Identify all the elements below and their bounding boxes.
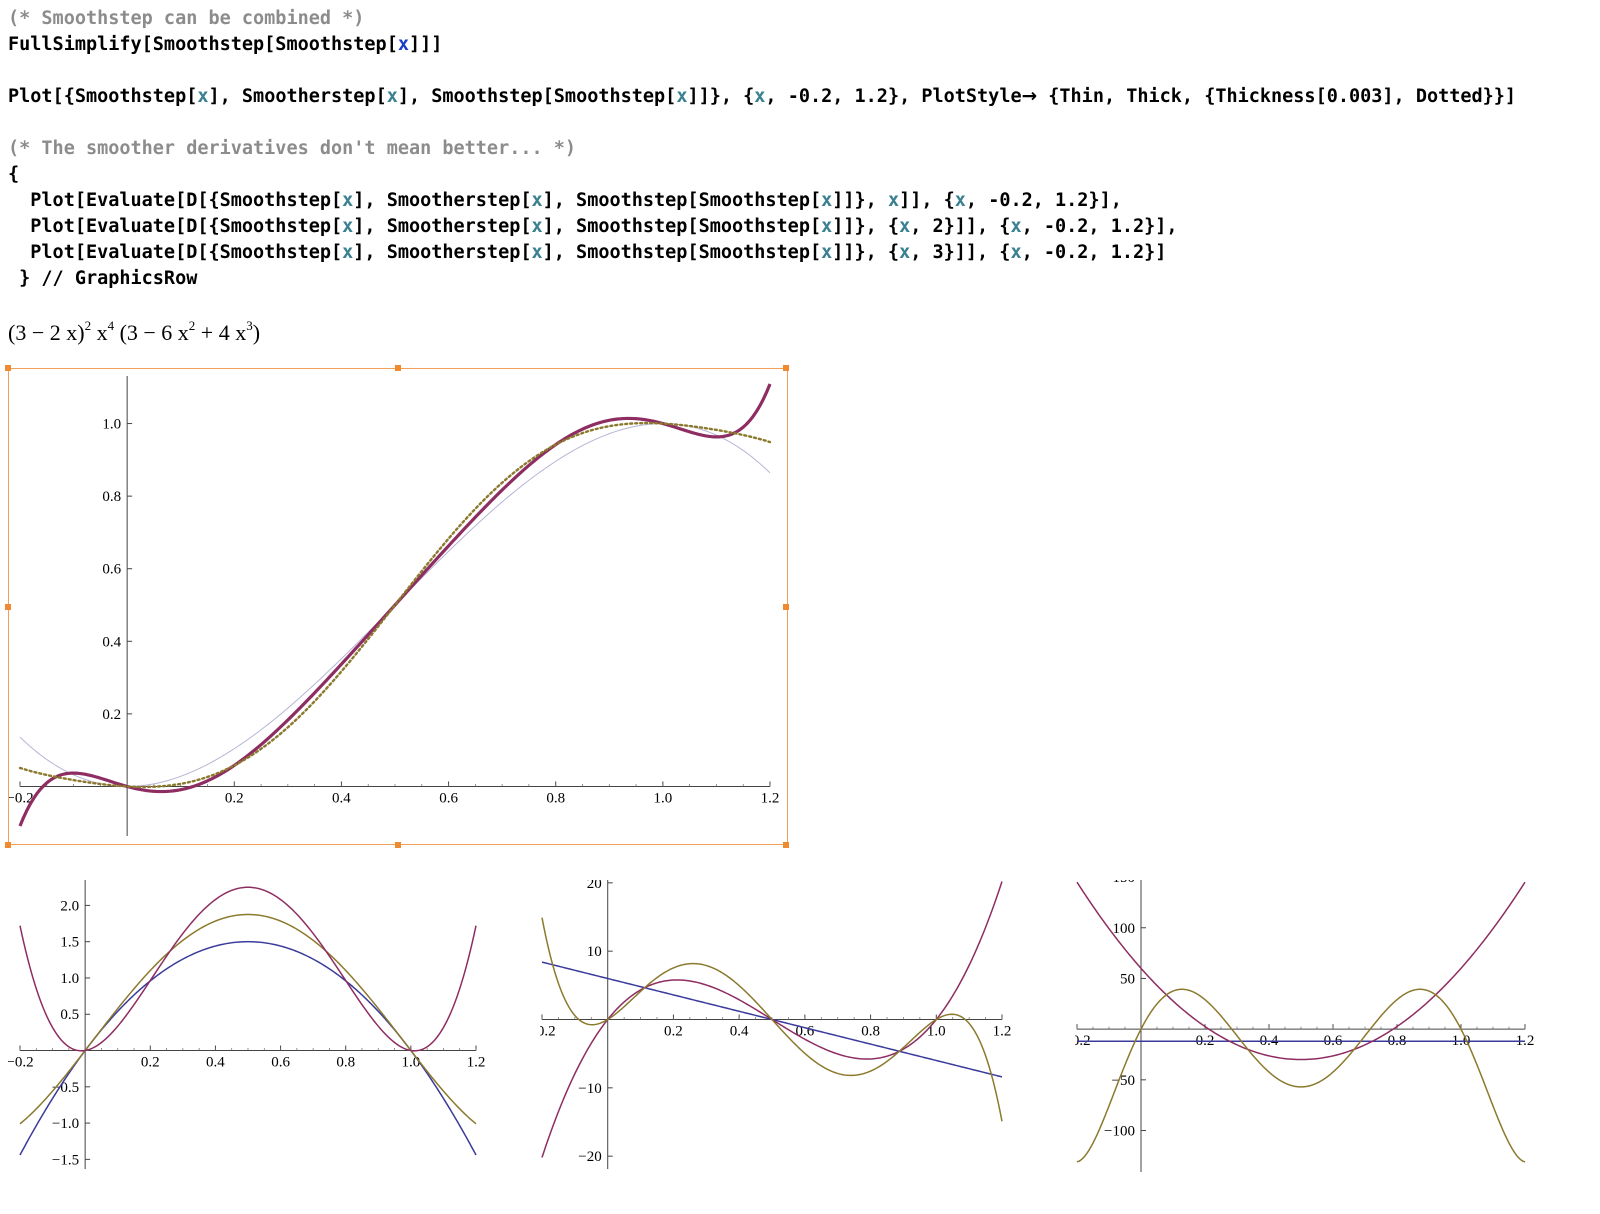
- comment-smoothstep-combined[interactable]: (* Smoothstep can be combined *): [8, 6, 364, 32]
- x-tick-label: 0.6: [271, 1055, 290, 1071]
- y-tick-label: 20: [587, 880, 602, 892]
- y-tick-label: −20: [578, 1149, 601, 1165]
- y-tick-label: 50: [1120, 971, 1135, 987]
- resize-handle[interactable]: [783, 604, 789, 610]
- x-tick-label: 1.0: [927, 1024, 946, 1040]
- plot-input[interactable]: Plot[{Smoothstep[x], Smootherstep[x], Sm…: [8, 84, 1516, 110]
- x-tick-label: 0.4: [730, 1024, 749, 1040]
- variable-x: x: [1010, 216, 1022, 237]
- variable-x: x: [954, 190, 966, 211]
- graphicsrow-close[interactable]: } // GraphicsRow: [8, 266, 197, 292]
- variable-x: x: [1010, 242, 1022, 263]
- variable-x: x: [342, 242, 354, 263]
- variable-x: x: [821, 190, 833, 211]
- variable-x: x: [754, 86, 766, 107]
- resize-handle[interactable]: [5, 365, 11, 371]
- y-tick-label: −1.0: [52, 1116, 79, 1132]
- x-tick-label: 0.4: [332, 790, 351, 806]
- first-derivative-plot[interactable]: −0.2 0.2 0.4 0.6 0.8 1.0 1.2−1.5−1.0−0.50.51.0…: [8, 880, 508, 1200]
- resize-handle[interactable]: [783, 842, 789, 848]
- resize-handle[interactable]: [395, 842, 401, 848]
- rule-arrow: →: [1021, 86, 1038, 107]
- y-tick-label: 10: [587, 944, 602, 960]
- variable-x: x: [197, 86, 209, 107]
- y-tick-label: −1.5: [52, 1152, 79, 1168]
- d1-smoothstep-of-smoothstep-curve: [19, 886, 477, 1052]
- resize-handle[interactable]: [783, 365, 789, 371]
- third-derivative-plot[interactable]: −0.20.20.40.60.81.01.2−100−5050100150: [1075, 880, 1575, 1200]
- derivative-plot-input-2[interactable]: Plot[Evaluate[D[{Smoothstep[x], Smoother…: [8, 214, 1177, 240]
- y-tick-label: 0.2: [102, 707, 121, 723]
- d1-smootherstep-curve: [19, 913, 477, 1125]
- resize-handle[interactable]: [395, 365, 401, 371]
- resize-handle[interactable]: [5, 842, 11, 848]
- fullsimplify-output[interactable]: (3 − 2 x)2 x4 (3 − 6 x2 + 4 x3): [8, 306, 260, 353]
- y-tick-label: 1.5: [60, 935, 79, 951]
- x-tick-label: 0.6: [439, 790, 458, 806]
- variable-x: x: [887, 190, 900, 211]
- y-tick-label: −10: [578, 1081, 601, 1097]
- x-tick-label: 1.2: [761, 790, 780, 806]
- derivative-plot-input-3[interactable]: Plot[Evaluate[D[{Smoothstep[x], Smoother…: [8, 240, 1166, 266]
- variable-x: x: [899, 216, 911, 237]
- x-tick-label: 1.2: [467, 1055, 486, 1071]
- y-tick-label: 100: [1113, 921, 1136, 937]
- variable-x: x: [531, 242, 543, 263]
- fullsimplify-input[interactable]: FullSimplify[Smoothstep[Smoothstep[x]]]: [8, 32, 442, 58]
- y-tick-label: 0.5: [60, 1007, 79, 1023]
- x-tick-label: 0.8: [546, 790, 565, 806]
- y-tick-label: 150: [1113, 880, 1136, 886]
- resize-handle[interactable]: [5, 604, 11, 610]
- y-tick-label: −50: [1112, 1073, 1135, 1089]
- d3-smoothstep-of-smoothstep-curve: [1076, 988, 1526, 1163]
- x-tick-label: 0.8: [861, 1024, 880, 1040]
- y-tick-label: 0.6: [102, 562, 121, 578]
- y-tick-label: 0.8: [102, 489, 121, 505]
- y-tick-label: 1.0: [102, 417, 121, 433]
- variable-x: x: [531, 190, 543, 211]
- y-tick-label: 1.0: [60, 971, 79, 987]
- comment-smoother-derivatives[interactable]: (* The smoother derivatives don't mean b…: [8, 136, 576, 162]
- variable-x: x: [386, 86, 398, 107]
- x-tick-label: 1.2: [993, 1024, 1012, 1040]
- derivative-plot-input-1[interactable]: Plot[Evaluate[D[{Smoothstep[x], Smoother…: [8, 188, 1122, 214]
- x-tick-label: −0.2: [540, 1024, 556, 1040]
- x-tick-label: 0.2: [664, 1024, 683, 1040]
- open-brace[interactable]: {: [8, 162, 19, 188]
- variable-x: x: [676, 86, 688, 107]
- second-derivative-plot[interactable]: −0.20.20.40.60.81.01.2−20−101020: [540, 880, 1040, 1200]
- y-tick-label: −100: [1104, 1124, 1135, 1140]
- y-tick-label: 0.4: [102, 634, 121, 650]
- x-tick-label: −0.2: [8, 1055, 34, 1071]
- variable-x: x: [821, 242, 833, 263]
- x-tick-label: 1.0: [401, 1055, 420, 1071]
- variable-x: x: [342, 190, 354, 211]
- variable-x: x: [397, 34, 409, 55]
- variable-x: x: [899, 242, 911, 263]
- x-tick-label: 0.4: [206, 1055, 225, 1071]
- y-tick-label: 2.0: [60, 898, 79, 914]
- smoothstep-plot[interactable]: −0.2 0.2 0.4 0.6 0.8 1.0 1.20.20.40.60.81.0: [8, 368, 788, 845]
- variable-x: x: [531, 216, 543, 237]
- x-tick-label: 0.2: [225, 790, 244, 806]
- x-tick-label: 1.0: [653, 790, 672, 806]
- variable-x: x: [342, 216, 354, 237]
- x-tick-label: 0.8: [336, 1055, 355, 1071]
- x-tick-label: 0.2: [141, 1055, 160, 1071]
- smoothstep-of-smoothstep-curve: [18, 383, 772, 827]
- variable-x: x: [821, 216, 833, 237]
